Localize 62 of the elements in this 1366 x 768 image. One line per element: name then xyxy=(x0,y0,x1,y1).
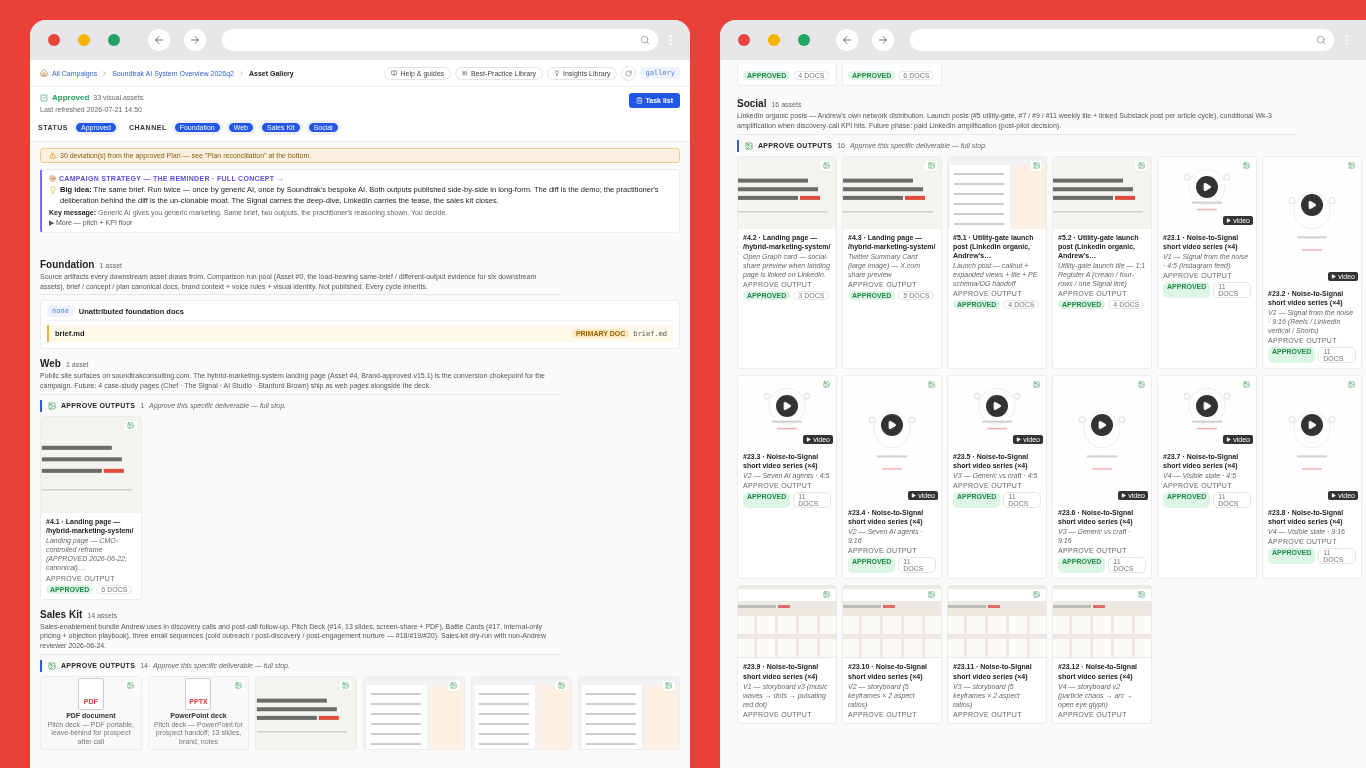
target-icon xyxy=(49,175,56,182)
search-icon xyxy=(640,35,650,45)
maximize-icon[interactable] xyxy=(798,34,810,46)
image-icon xyxy=(1135,380,1147,390)
back-arrow-icon xyxy=(153,34,165,46)
image-icon xyxy=(663,680,675,690)
image-icon xyxy=(1030,590,1042,600)
warning-icon xyxy=(49,152,56,159)
bulb-icon xyxy=(554,70,560,76)
back-button[interactable] xyxy=(148,29,170,51)
forward-arrow-icon xyxy=(877,34,889,46)
maximize-icon[interactable] xyxy=(108,34,120,46)
close-icon[interactable] xyxy=(48,34,60,46)
image-icon xyxy=(820,380,832,390)
image-icon xyxy=(925,590,937,600)
image-icon xyxy=(1135,160,1147,170)
image-icon xyxy=(820,160,832,170)
section-title: Sales Kit xyxy=(40,608,83,620)
image-icon xyxy=(340,680,352,690)
minimize-icon[interactable] xyxy=(78,34,90,46)
section-title: Foundation xyxy=(40,258,95,270)
image-icon xyxy=(1345,160,1357,170)
image-icon xyxy=(1345,380,1357,390)
status-label: Approved xyxy=(52,93,90,102)
back-arrow-icon xyxy=(841,34,853,46)
image-icon xyxy=(48,401,56,410)
image-icon xyxy=(232,680,245,690)
image-icon xyxy=(925,160,937,170)
image-icon xyxy=(1240,160,1252,170)
image-icon xyxy=(1240,380,1252,390)
image-icon xyxy=(1135,590,1147,600)
image-icon xyxy=(447,680,460,690)
forward-button[interactable] xyxy=(184,29,206,51)
section-title: Web xyxy=(40,358,61,370)
back-button[interactable] xyxy=(836,29,858,51)
image-icon xyxy=(124,680,137,690)
chevron-icon xyxy=(237,69,245,77)
address-field[interactable] xyxy=(222,29,658,51)
image-icon xyxy=(1030,380,1042,390)
close-icon[interactable] xyxy=(738,34,750,46)
image-icon xyxy=(124,420,137,430)
image-icon xyxy=(555,680,568,690)
image-icon xyxy=(1030,160,1042,170)
image-icon xyxy=(820,590,832,600)
chevron-icon xyxy=(101,69,109,77)
books-icon xyxy=(462,70,469,76)
image-icon xyxy=(925,380,937,390)
forward-button[interactable] xyxy=(872,29,894,51)
clipboard-icon xyxy=(635,97,643,104)
bulb-icon xyxy=(49,186,57,194)
refresh-button[interactable] xyxy=(621,65,637,81)
search-icon xyxy=(1316,35,1326,45)
minimize-icon[interactable] xyxy=(768,34,780,46)
address-field[interactable] xyxy=(910,29,1334,51)
check-icon xyxy=(40,93,48,102)
book-icon xyxy=(391,70,398,76)
image-icon xyxy=(48,661,56,670)
image-icon xyxy=(745,141,753,150)
refresh-icon xyxy=(625,69,633,77)
forward-arrow-icon xyxy=(189,34,201,46)
home-icon xyxy=(40,69,48,77)
section-title: Social xyxy=(737,98,767,109)
